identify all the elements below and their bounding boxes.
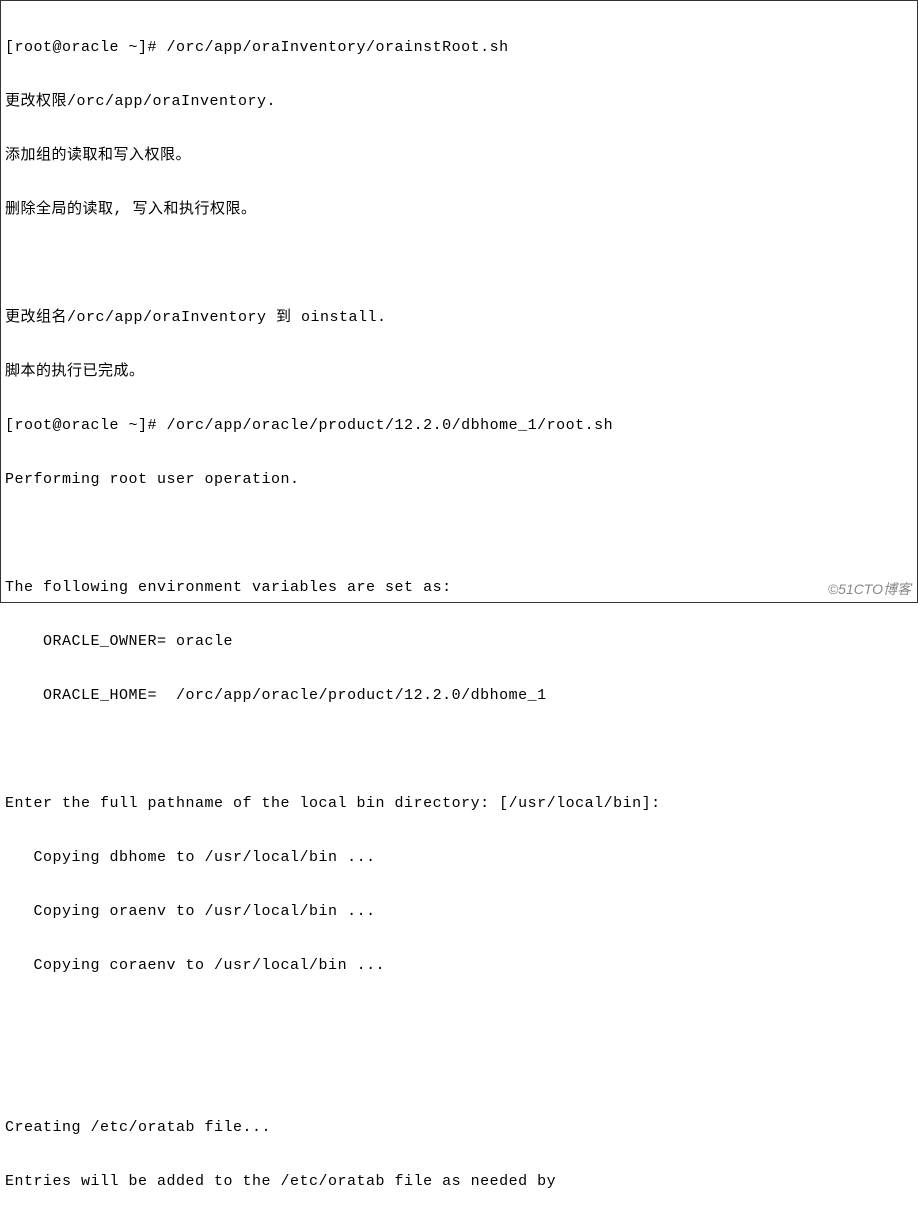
terminal-line: The following environment variables are … xyxy=(5,579,913,597)
terminal-line: Performing root user operation. xyxy=(5,471,913,489)
terminal-line: Enter the full pathname of the local bin… xyxy=(5,795,913,813)
terminal-line: [root@oracle ~]# /orc/app/oraInventory/o… xyxy=(5,39,913,57)
terminal-line: 脚本的执行已完成。 xyxy=(5,363,913,381)
terminal-line: Copying dbhome to /usr/local/bin ... xyxy=(5,849,913,867)
terminal-line: 更改组名/orc/app/oraInventory 到 oinstall. xyxy=(5,309,913,327)
terminal-line: Copying oraenv to /usr/local/bin ... xyxy=(5,903,913,921)
terminal-line: [root@oracle ~]# /orc/app/oracle/product… xyxy=(5,417,913,435)
terminal-line xyxy=(5,1011,913,1029)
terminal-line: Entries will be added to the /etc/oratab… xyxy=(5,1173,913,1191)
terminal-line: Creating /etc/oratab file... xyxy=(5,1119,913,1137)
terminal-line xyxy=(5,525,913,543)
terminal-line: ORACLE_HOME= /orc/app/oracle/product/12.… xyxy=(5,687,913,705)
terminal-output[interactable]: [root@oracle ~]# /orc/app/oraInventory/o… xyxy=(1,1,917,1206)
terminal-line xyxy=(5,1065,913,1083)
watermark-label: ©51CTO博客 xyxy=(828,580,911,598)
terminal-line: Copying coraenv to /usr/local/bin ... xyxy=(5,957,913,975)
terminal-line: 更改权限/orc/app/oraInventory. xyxy=(5,93,913,111)
terminal-line: 添加组的读取和写入权限。 xyxy=(5,147,913,165)
terminal-line xyxy=(5,255,913,273)
terminal-line xyxy=(5,741,913,759)
terminal-line: ORACLE_OWNER= oracle xyxy=(5,633,913,651)
terminal-line: 删除全局的读取, 写入和执行权限。 xyxy=(5,201,913,219)
